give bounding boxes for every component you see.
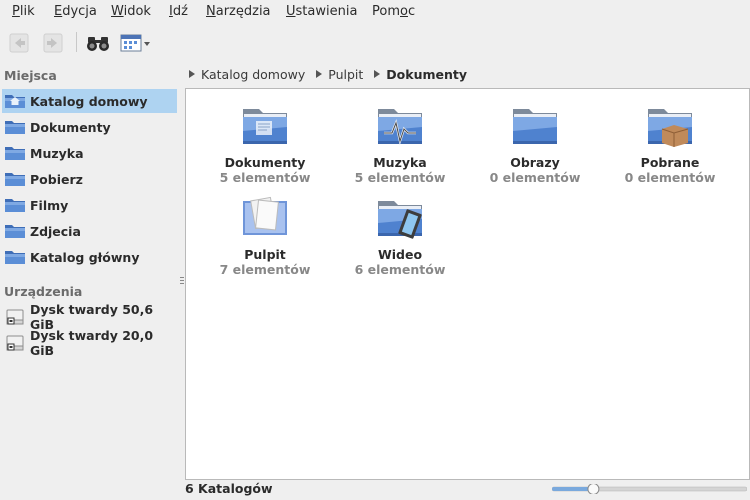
file-view[interactable]: Dokumenty 5 elementów Muzyka 5 elementów Obr… [185, 88, 750, 480]
device-icon [4, 308, 26, 326]
sidebar-item-pictures[interactable]: Zdjecia [2, 219, 177, 243]
folder-item-count: 0 elementów [489, 170, 581, 185]
sidebar-device-2[interactable]: Dysk twardy 20,0 GiB [2, 328, 177, 358]
breadcrumb: Katalog domowy Pulpit Dokumenty [186, 64, 475, 84]
view-mode-button[interactable] [118, 30, 152, 56]
menu-widok[interactable]: Widok [111, 4, 151, 19]
back-button[interactable] [6, 30, 32, 56]
status-text: 6 Katalogów [185, 481, 273, 496]
sidebar-icon [4, 144, 26, 162]
folder-root-icon [5, 251, 25, 264]
folder-name: Obrazy [510, 155, 560, 170]
sidebar-item-music[interactable]: Muzyka [2, 141, 177, 165]
sidebar-item-label: Katalog główny [30, 249, 140, 265]
folder-item-pictures[interactable]: Obrazy 0 elementów [470, 103, 600, 185]
sidebar-item-label: Zdjecia [30, 223, 81, 239]
sidebar-icon [4, 222, 26, 240]
view-mode-icon [120, 34, 150, 52]
folder-item-videos[interactable]: Wideo 6 elementów [335, 195, 465, 277]
folder-home-icon [5, 95, 25, 108]
sidebar-icon [4, 92, 26, 110]
sidebar-icon [4, 170, 26, 188]
sidebar-item-label: Dysk twardy 20,0 GiB [30, 328, 154, 358]
binoculars-icon [87, 37, 109, 51]
breadcrumb-item-current[interactable]: Dokumenty [386, 67, 467, 82]
forward-button[interactable] [40, 30, 66, 56]
breadcrumb-item-home[interactable]: Katalog domowy [201, 67, 305, 82]
hard-drive-icon [6, 309, 24, 325]
hard-drive-icon [6, 335, 24, 351]
folder-name: Pulpit [244, 247, 286, 262]
folder-item-music[interactable]: Muzyka 5 elementów [335, 103, 465, 185]
sidebar-item-label: Katalog domowy [30, 93, 148, 109]
zoom-slider-handle[interactable] [587, 484, 600, 494]
folder-item-documents[interactable]: Dokumenty 5 elementów [200, 103, 330, 185]
folder-item-count: 6 elementów [354, 262, 446, 277]
sidebar-item-root[interactable]: Katalog główny [2, 245, 177, 269]
folder-item-desktop[interactable]: Pulpit 7 elementów [200, 195, 330, 277]
sidebar-item-videos[interactable]: Filmy [2, 193, 177, 217]
sidebar-item-downloads[interactable]: Pobierz [2, 167, 177, 191]
folder-item-count: 5 elementów [354, 170, 446, 185]
toolbar [0, 26, 750, 60]
devices-heading: Urządzenia [4, 284, 83, 299]
menu-bar: Plik Edycja Widok Idź Narzędzia Ustawien… [0, 0, 750, 24]
menu-edycja[interactable]: Edycja [54, 4, 97, 19]
folder-name: Muzyka [373, 155, 427, 170]
menu-ustawienia[interactable]: Ustawienia [286, 4, 357, 19]
folder-video-icon [378, 201, 422, 239]
sidebar-device-1[interactable]: Dysk twardy 50,6 GiB [2, 302, 177, 332]
folder-videos-icon [5, 199, 25, 212]
menu-plik[interactable]: Plik [12, 4, 35, 19]
menu-narzedzia[interactable]: Narzędzia [206, 4, 271, 19]
menu-idz[interactable]: Idź [169, 4, 188, 19]
arrow-left-icon [9, 33, 29, 53]
places-heading: Miejsca [4, 68, 57, 83]
folder-desktop-icon [243, 196, 287, 235]
search-button[interactable] [84, 30, 112, 56]
sidebar-item-label: Dokumenty [30, 119, 111, 135]
folder-music-icon [378, 109, 422, 146]
folder-item-count: 7 elementów [219, 262, 311, 277]
folder-name: Pobrane [640, 155, 700, 170]
sidebar-icon [4, 248, 26, 266]
folder-item-downloads[interactable]: Pobrane 0 elementów [605, 103, 735, 185]
folder-documents-icon [243, 109, 287, 144]
sidebar-item-documents[interactable]: Dokumenty [2, 115, 177, 139]
breadcrumb-arrow-icon [316, 70, 323, 78]
sidebar-icon [4, 196, 26, 214]
sidebar-item-label: Filmy [30, 197, 69, 213]
sidebar-item-label: Muzyka [30, 145, 84, 161]
folder-name: Dokumenty [224, 155, 306, 170]
folder-name: Wideo [377, 247, 423, 262]
folder-pictures-icon [5, 225, 25, 238]
breadcrumb-item-desktop[interactable]: Pulpit [328, 67, 363, 82]
zoom-slider[interactable] [552, 484, 747, 494]
sidebar: Miejsca Katalog domowy Dokumenty Muzyka Pob… [0, 62, 180, 500]
folder-music-icon [5, 147, 25, 160]
folder-pictures-icon [513, 109, 557, 144]
menu-pomoc[interactable]: Pomoc [372, 4, 415, 19]
sidebar-item-label: Pobierz [30, 171, 83, 187]
toolbar-separator [76, 32, 77, 52]
folder-downloads-icon [648, 109, 692, 147]
breadcrumb-arrow-icon [189, 70, 195, 78]
folder-item-count: 5 elementów [219, 170, 311, 185]
breadcrumb-arrow-icon [374, 70, 381, 78]
arrow-right-icon [43, 33, 63, 53]
sidebar-item-home[interactable]: Katalog domowy [2, 89, 177, 113]
sidebar-icon [4, 118, 26, 136]
folder-item-count: 0 elementów [624, 170, 716, 185]
folder-downloads-icon [5, 173, 25, 186]
device-icon [4, 334, 26, 352]
folder-documents-icon [5, 121, 25, 134]
